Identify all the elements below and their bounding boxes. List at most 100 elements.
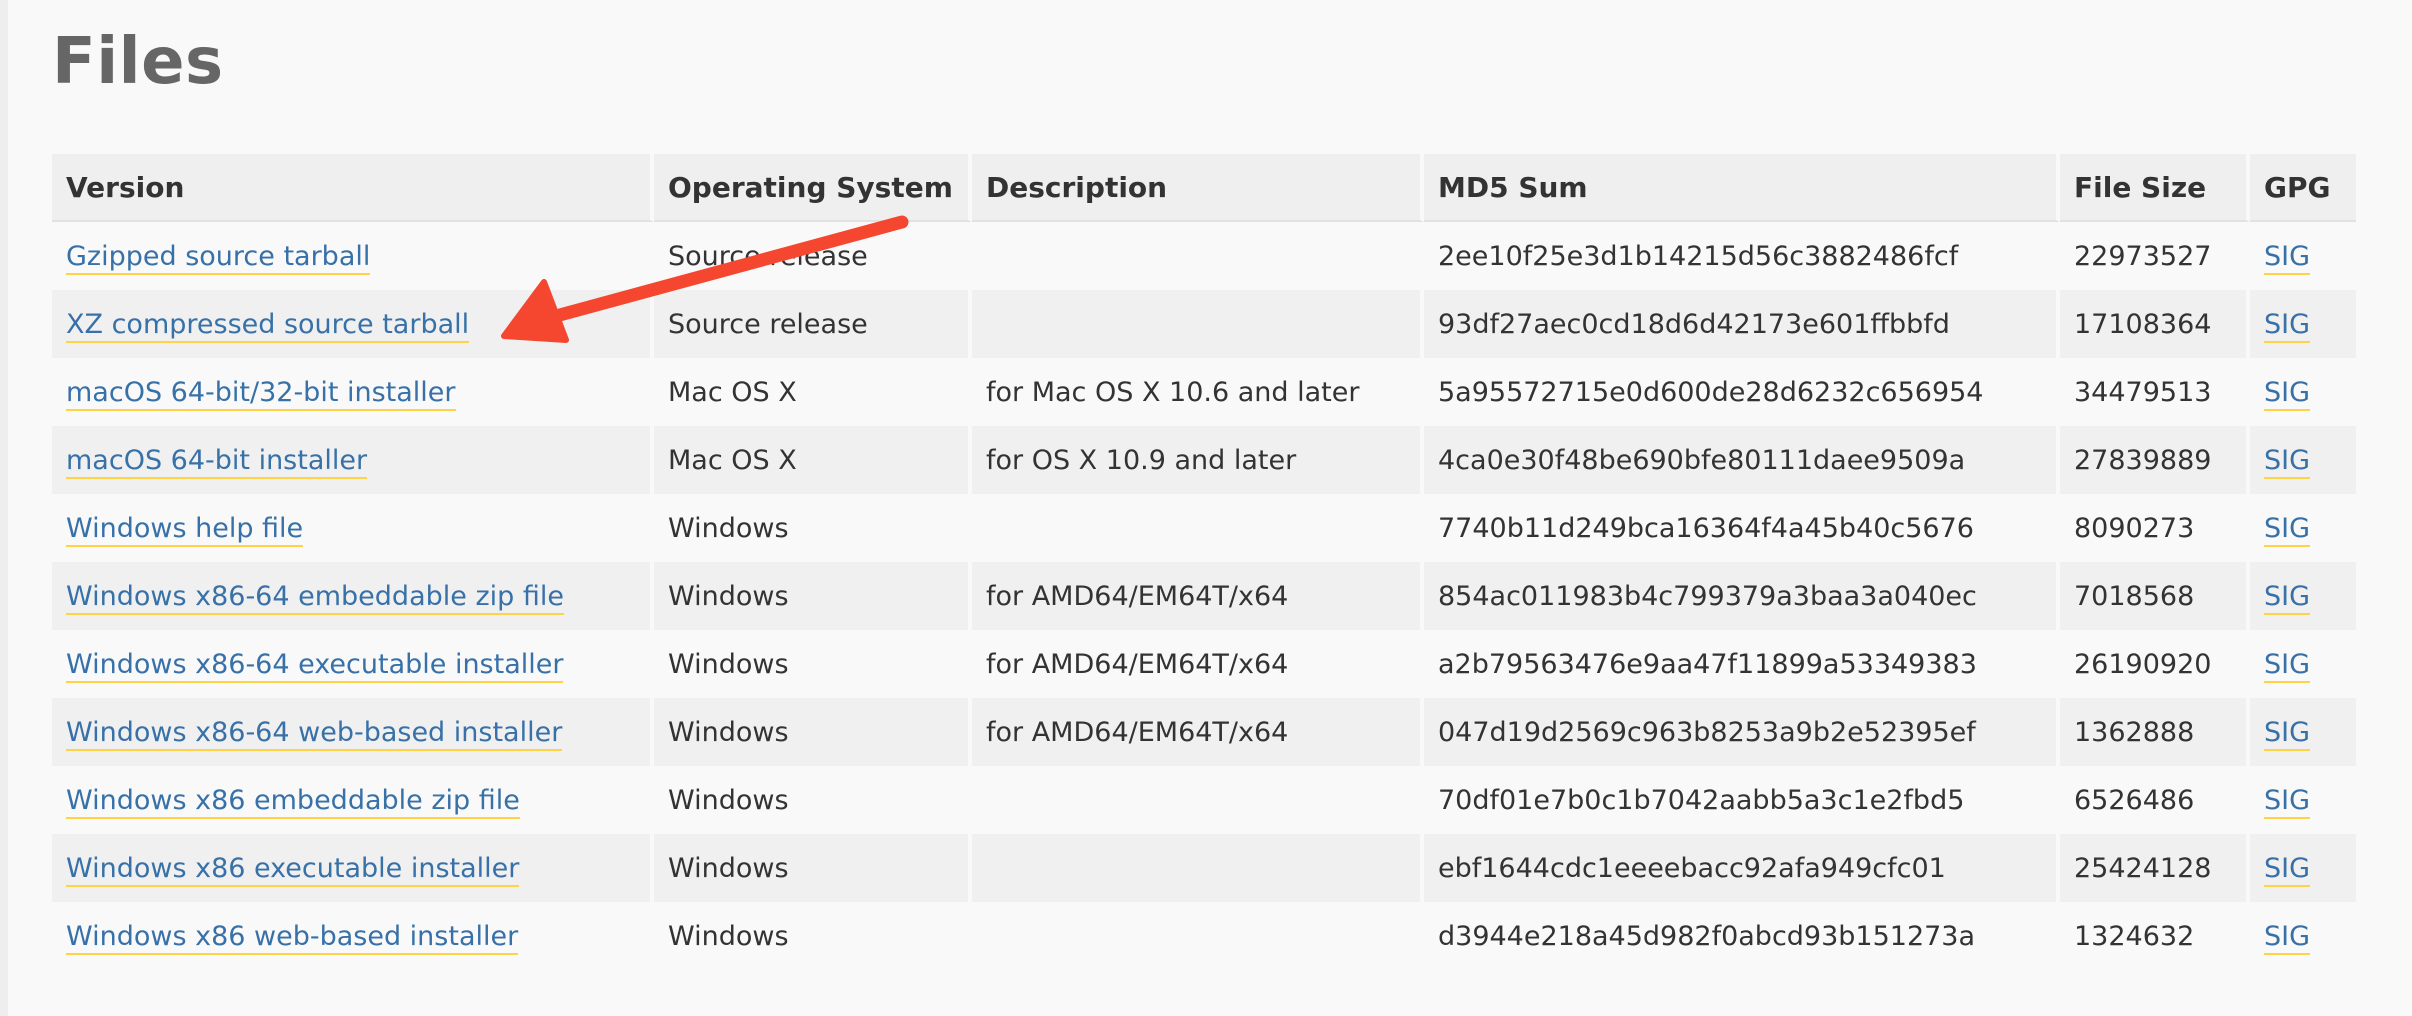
size-cell: 25424128 <box>2060 834 2250 902</box>
os-cell: Windows <box>654 766 972 834</box>
download-link[interactable]: Windows x86-64 embeddable zip file <box>66 580 564 615</box>
download-link[interactable]: Windows x86 web-based installer <box>66 920 519 955</box>
download-link[interactable]: Windows help file <box>66 512 304 547</box>
version-cell: macOS 64-bit installer <box>52 426 654 494</box>
description-cell: for AMD64/EM64T/x64 <box>972 698 1424 766</box>
os-cell: Mac OS X <box>654 358 972 426</box>
size-cell: 26190920 <box>2060 630 2250 698</box>
os-cell: Windows <box>654 562 972 630</box>
gpg-cell: SIG <box>2250 222 2356 290</box>
download-link[interactable]: Gzipped source tarball <box>66 240 371 275</box>
os-cell: Windows <box>654 494 972 562</box>
table-row: Gzipped source tarball Source release 2e… <box>52 222 2356 290</box>
size-cell: 7018568 <box>2060 562 2250 630</box>
gpg-cell: SIG <box>2250 290 2356 358</box>
os-cell: Windows <box>654 902 972 970</box>
gpg-cell: SIG <box>2250 358 2356 426</box>
md5-cell: 4ca0e30f48be690bfe80111daee9509a <box>1424 426 2060 494</box>
os-cell: Source release <box>654 222 972 290</box>
gpg-cell: SIG <box>2250 766 2356 834</box>
download-link[interactable]: Windows x86 executable installer <box>66 852 520 887</box>
download-link[interactable]: Windows x86-64 executable installer <box>66 648 564 683</box>
gpg-cell: SIG <box>2250 426 2356 494</box>
md5-cell: 7740b11d249bca16364f4a45b40c5676 <box>1424 494 2060 562</box>
os-cell: Windows <box>654 834 972 902</box>
sig-link[interactable]: SIG <box>2264 308 2311 343</box>
size-cell: 8090273 <box>2060 494 2250 562</box>
table-row: Windows x86 executable installer Windows… <box>52 834 2356 902</box>
table-row: Windows help file Windows 7740b11d249bca… <box>52 494 2356 562</box>
download-link[interactable]: macOS 64-bit/32-bit installer <box>66 376 456 411</box>
gpg-cell: SIG <box>2250 562 2356 630</box>
version-cell: Windows x86-64 embeddable zip file <box>52 562 654 630</box>
sig-link[interactable]: SIG <box>2264 512 2311 547</box>
header-description: Description <box>972 154 1424 222</box>
table-row: Windows x86-64 executable installer Wind… <box>52 630 2356 698</box>
version-cell: macOS 64-bit/32-bit installer <box>52 358 654 426</box>
description-cell: for AMD64/EM64T/x64 <box>972 630 1424 698</box>
os-cell: Mac OS X <box>654 426 972 494</box>
size-cell: 1362888 <box>2060 698 2250 766</box>
page-title: Files <box>52 25 224 99</box>
md5-cell: 5a95572715e0d600de28d6232c656954 <box>1424 358 2060 426</box>
description-cell: for Mac OS X 10.6 and later <box>972 358 1424 426</box>
version-cell: Gzipped source tarball <box>52 222 654 290</box>
description-cell <box>972 290 1424 358</box>
md5-cell: 2ee10f25e3d1b14215d56c3882486fcf <box>1424 222 2060 290</box>
version-cell: Windows help file <box>52 494 654 562</box>
gpg-cell: SIG <box>2250 494 2356 562</box>
table-header-row: Version Operating System Description MD5… <box>52 154 2356 222</box>
header-operating-system: Operating System <box>654 154 972 222</box>
md5-cell: a2b79563476e9aa47f11899a53349383 <box>1424 630 2060 698</box>
description-cell <box>972 834 1424 902</box>
version-cell: XZ compressed source tarball <box>52 290 654 358</box>
header-version: Version <box>52 154 654 222</box>
table-row: Windows x86 web-based installer Windows … <box>52 902 2356 970</box>
os-cell: Windows <box>654 630 972 698</box>
sig-link[interactable]: SIG <box>2264 240 2311 275</box>
table-row: macOS 64-bit installer Mac OS X for OS X… <box>52 426 2356 494</box>
gpg-cell: SIG <box>2250 630 2356 698</box>
sig-link[interactable]: SIG <box>2264 784 2311 819</box>
sig-link[interactable]: SIG <box>2264 580 2311 615</box>
version-cell: Windows x86 executable installer <box>52 834 654 902</box>
md5-cell: d3944e218a45d982f0abcd93b151273a <box>1424 902 2060 970</box>
gpg-cell: SIG <box>2250 834 2356 902</box>
gpg-cell: SIG <box>2250 902 2356 970</box>
files-page: Files Version Operating System Descripti… <box>0 0 2412 1016</box>
header-md5-sum: MD5 Sum <box>1424 154 2060 222</box>
download-link[interactable]: macOS 64-bit installer <box>66 444 368 479</box>
md5-cell: ebf1644cdc1eeeebacc92afa949cfc01 <box>1424 834 2060 902</box>
description-cell <box>972 766 1424 834</box>
md5-cell: 70df01e7b0c1b7042aabb5a3c1e2fbd5 <box>1424 766 2060 834</box>
table-row: Windows x86 embeddable zip file Windows … <box>52 766 2356 834</box>
sig-link[interactable]: SIG <box>2264 716 2311 751</box>
download-link[interactable]: Windows x86 embeddable zip file <box>66 784 520 819</box>
page-edge <box>0 0 8 1016</box>
download-link[interactable]: Windows x86-64 web-based installer <box>66 716 563 751</box>
description-cell <box>972 902 1424 970</box>
os-cell: Source release <box>654 290 972 358</box>
sig-link[interactable]: SIG <box>2264 852 2311 887</box>
version-cell: Windows x86 web-based installer <box>52 902 654 970</box>
version-cell: Windows x86-64 executable installer <box>52 630 654 698</box>
download-link[interactable]: XZ compressed source tarball <box>66 308 470 343</box>
description-cell <box>972 494 1424 562</box>
size-cell: 17108364 <box>2060 290 2250 358</box>
table-row: XZ compressed source tarball Source rele… <box>52 290 2356 358</box>
md5-cell: 047d19d2569c963b8253a9b2e52395ef <box>1424 698 2060 766</box>
size-cell: 6526486 <box>2060 766 2250 834</box>
description-cell: for AMD64/EM64T/x64 <box>972 562 1424 630</box>
os-cell: Windows <box>654 698 972 766</box>
size-cell: 34479513 <box>2060 358 2250 426</box>
size-cell: 27839889 <box>2060 426 2250 494</box>
table-row: Windows x86-64 web-based installer Windo… <box>52 698 2356 766</box>
header-file-size: File Size <box>2060 154 2250 222</box>
sig-link[interactable]: SIG <box>2264 376 2311 411</box>
sig-link[interactable]: SIG <box>2264 920 2311 955</box>
sig-link[interactable]: SIG <box>2264 444 2311 479</box>
gpg-cell: SIG <box>2250 698 2356 766</box>
sig-link[interactable]: SIG <box>2264 648 2311 683</box>
version-cell: Windows x86-64 web-based installer <box>52 698 654 766</box>
md5-cell: 854ac011983b4c799379a3baa3a040ec <box>1424 562 2060 630</box>
